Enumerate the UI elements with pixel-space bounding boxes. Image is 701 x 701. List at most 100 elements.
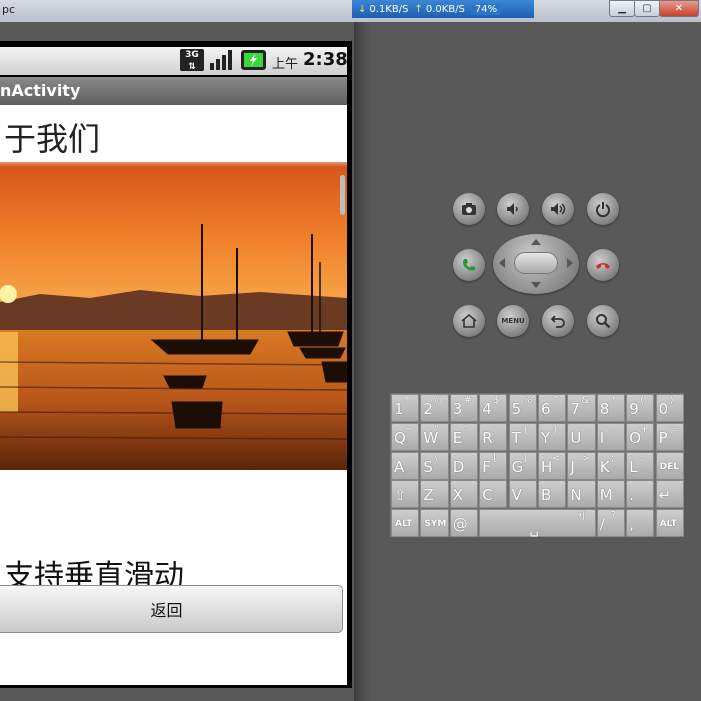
sunset-photo [0, 162, 347, 470]
status-clock: 2:38 [303, 49, 348, 70]
key-label: M [599, 486, 613, 505]
key-o[interactable]: O + [626, 422, 655, 451]
upload-rate: 0.0KB/S [425, 3, 465, 15]
search-icon [596, 314, 611, 329]
key-y[interactable]: Y} [538, 422, 567, 451]
key-3[interactable]: 3 # [449, 394, 478, 422]
key-alt-label: = [669, 423, 678, 435]
key-alt[interactable]: ALT [655, 509, 684, 538]
key-e[interactable]: E " [449, 422, 478, 451]
key-q[interactable]: Q ~ [391, 422, 420, 451]
key-c[interactable]: C [479, 480, 508, 509]
key-alt-label: ] [522, 452, 527, 464]
status-ampm: 上午 [272, 57, 299, 72]
key-f[interactable]: F[ [479, 451, 508, 480]
key-label: DEL [659, 461, 679, 472]
dpad-center-button[interactable] [514, 252, 558, 274]
hardware-keyboard: 1! 2 @3 #4 $5% 6 ^ 7 & 8 * 9(0) Q ~ W " E " R ` T{Y} U - I - O + P =… [390, 393, 684, 538]
search-button[interactable] [587, 305, 619, 337]
key-label: 7 [570, 400, 580, 418]
key-6[interactable]: 6 ^ [538, 394, 567, 422]
camera-button[interactable] [453, 193, 485, 225]
key-n[interactable]: N [567, 480, 596, 509]
volume-up-button[interactable] [542, 193, 574, 225]
home-button[interactable] [453, 305, 485, 337]
menu-button[interactable]: MENU [497, 305, 529, 337]
key-alt-label: ? [610, 510, 617, 522]
key-label: 6 [541, 400, 551, 418]
activity-title-bar: nActivity [0, 77, 347, 105]
key-s[interactable]: S \ [420, 451, 449, 480]
key-k[interactable]: K; [596, 451, 625, 480]
key-b[interactable]: B [538, 480, 567, 509]
key-i[interactable]: I- [596, 422, 625, 451]
key-alt[interactable]: ALT [391, 509, 420, 538]
key-8[interactable]: 8 * [596, 394, 625, 422]
key-1[interactable]: 1! [391, 394, 420, 422]
power-button[interactable] [587, 193, 619, 225]
dpad-right-icon[interactable] [567, 258, 573, 268]
key-del[interactable]: DEL [655, 451, 684, 480]
key-w[interactable]: W " [420, 422, 449, 451]
call-button[interactable] [453, 249, 485, 281]
dpad-down-icon[interactable] [531, 282, 541, 288]
key-d[interactable]: D ' [449, 451, 478, 480]
maximize-button[interactable]: ▢ [634, 0, 660, 17]
key-2[interactable]: 2 @ [420, 394, 449, 422]
key-alt-label: : [640, 452, 644, 464]
key-r[interactable]: R ` [479, 422, 508, 451]
key-u[interactable]: U- [567, 422, 596, 451]
volume-down-button[interactable] [497, 193, 529, 225]
key-z[interactable]: Z [420, 480, 449, 509]
key-/[interactable]: /? [596, 509, 625, 538]
phone-call-icon [463, 259, 475, 271]
back-button[interactable]: 返回 [0, 585, 343, 633]
vertical-scrollbar[interactable] [340, 175, 345, 215]
key-x[interactable]: X [449, 480, 478, 509]
key-space[interactable]: ␣ →| [479, 509, 596, 538]
back-arrow-icon [550, 315, 565, 328]
key-v[interactable]: V [508, 480, 537, 509]
key-p[interactable]: P = [655, 422, 684, 451]
signal-icon [209, 49, 235, 71]
key-a[interactable]: A [391, 451, 420, 480]
menu-button-label: MENU [501, 317, 525, 325]
key-h[interactable]: H < [538, 451, 567, 480]
key-t[interactable]: T{ [508, 422, 537, 451]
end-call-button[interactable] [587, 249, 619, 281]
key-0[interactable]: 0) [655, 394, 684, 422]
key-label: B [541, 486, 552, 505]
key-4[interactable]: 4 $ [479, 394, 508, 422]
camera-icon [462, 203, 476, 215]
key-shift[interactable]: ⇧ [391, 480, 420, 509]
key-label: E [452, 428, 463, 447]
network-3g-icon: 3G ⇅ [180, 49, 204, 72]
key-l[interactable]: L: [626, 451, 655, 480]
key-m[interactable]: M [596, 480, 625, 509]
key-label: @ [452, 515, 468, 534]
dpad-up-icon[interactable] [531, 239, 541, 245]
key-alt-label: } [552, 423, 559, 435]
key-5[interactable]: 5% [508, 394, 537, 422]
key-alt-label: ( [640, 395, 645, 406]
close-button[interactable]: ✕ [659, 0, 699, 17]
key-alt-label: @ [434, 395, 445, 406]
key-7[interactable]: 7 & [567, 394, 596, 422]
key-j[interactable]: J > [567, 451, 596, 480]
key-label: P [658, 428, 668, 447]
minimize-button[interactable]: ▁ [609, 0, 635, 17]
key-.[interactable]: . [626, 480, 655, 509]
key-@[interactable]: @ [449, 509, 478, 538]
scroll-content[interactable]: 于我们 支持垂直滑动 返回 [0, 105, 347, 685]
key-sym[interactable]: SYM [420, 509, 449, 538]
key-alt-label: & [581, 395, 590, 406]
key-9[interactable]: 9( [626, 394, 655, 422]
key-,[interactable]: , [626, 509, 655, 538]
key-enter[interactable]: ↵ [655, 480, 684, 509]
key-g[interactable]: G] [508, 451, 537, 480]
key-alt-label: ; [610, 452, 615, 464]
key-label: 1 [394, 400, 404, 418]
key-alt-label: [ [493, 452, 498, 464]
dpad-left-icon[interactable] [499, 258, 505, 268]
back-hardware-button[interactable] [542, 305, 574, 337]
